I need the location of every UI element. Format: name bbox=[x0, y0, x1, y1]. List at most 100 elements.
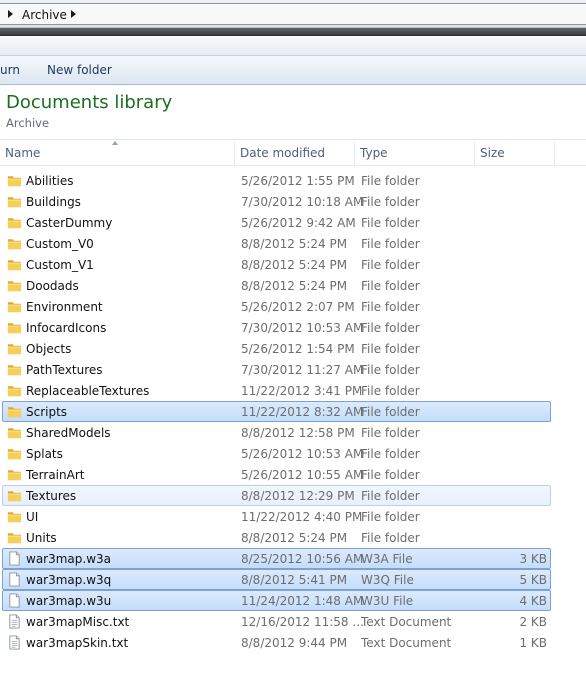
file-type: File folder bbox=[361, 195, 420, 209]
file-row[interactable]: Scripts 11/22/2012 8:32 AM File folder bbox=[2, 401, 551, 422]
file-date-modified: 12/16/2012 11:58 ... bbox=[241, 615, 364, 629]
file-row[interactable]: Doodads 8/8/2012 5:24 PM File folder bbox=[2, 275, 551, 296]
folder-icon bbox=[7, 173, 22, 188]
chevron-right-icon[interactable] bbox=[8, 10, 13, 18]
folder-icon bbox=[7, 383, 22, 398]
file-row[interactable]: war3map.w3a 8/25/2012 10:56 AM W3A File 3 K… bbox=[2, 548, 551, 569]
file-row[interactable]: Custom_V0 8/8/2012 5:24 PM File folder bbox=[2, 233, 551, 254]
command-toolbar: urn New folder bbox=[0, 55, 586, 85]
folder-icon bbox=[7, 278, 22, 293]
file-row[interactable]: war3map.w3u 11/24/2012 1:48 AM W3U File 4 K… bbox=[2, 590, 551, 611]
file-name: Units bbox=[26, 531, 57, 545]
file-name: Objects bbox=[26, 342, 72, 356]
address-bar: Archive bbox=[0, 0, 586, 28]
file-name: Abilities bbox=[26, 174, 74, 188]
file-name: war3map.w3u bbox=[26, 594, 112, 608]
folder-icon bbox=[7, 488, 22, 503]
file-type: Text Document bbox=[361, 636, 452, 650]
file-row[interactable]: UI 11/22/2012 4:40 PM File folder bbox=[2, 506, 551, 527]
file-row[interactable]: war3mapSkin.txt 8/8/2012 9:44 PM Text Docu… bbox=[2, 632, 551, 653]
file-row[interactable]: Custom_V1 8/8/2012 5:24 PM File folder bbox=[2, 254, 551, 275]
file-date-modified: 7/30/2012 11:27 AM bbox=[241, 363, 364, 377]
column-header-row: Name Date modified Type Size bbox=[0, 141, 586, 166]
column-header-date[interactable]: Date modified bbox=[235, 141, 355, 166]
file-name: war3mapMisc.txt bbox=[26, 615, 130, 629]
file-icon bbox=[7, 593, 22, 608]
file-row[interactable]: PathTextures 7/30/2012 11:27 AM File folde… bbox=[2, 359, 551, 380]
file-date-modified: 8/8/2012 5:24 PM bbox=[241, 258, 348, 272]
file-size: 3 KB bbox=[519, 552, 547, 566]
window-frame-band bbox=[0, 37, 586, 55]
file-date-modified: 8/8/2012 5:24 PM bbox=[241, 237, 348, 251]
file-row[interactable]: war3map.w3q 8/8/2012 5:41 PM W3Q File 5 KB bbox=[2, 569, 551, 590]
column-header-size[interactable]: Size bbox=[475, 141, 555, 166]
file-name: Splats bbox=[26, 447, 63, 461]
burn-button[interactable]: urn bbox=[0, 63, 20, 77]
file-name: Textures bbox=[26, 489, 77, 503]
file-date-modified: 7/30/2012 10:53 AM bbox=[241, 321, 364, 335]
folder-icon bbox=[7, 362, 22, 377]
column-header-size-label: Size bbox=[480, 146, 505, 160]
library-header: Documents library Archive bbox=[0, 86, 586, 140]
file-row[interactable]: CasterDummy 5/26/2012 9:42 AM File folder bbox=[2, 212, 551, 233]
file-row[interactable]: Abilities 5/26/2012 1:55 PM File folder bbox=[2, 170, 551, 191]
file-name: Custom_V0 bbox=[26, 237, 94, 251]
folder-icon bbox=[7, 425, 22, 440]
file-name: InfocardIcons bbox=[26, 321, 107, 335]
file-type: File folder bbox=[361, 384, 420, 398]
file-row[interactable]: ReplaceableTextures 11/22/2012 3:41 PM Fil… bbox=[2, 380, 551, 401]
file-row[interactable]: Environment 5/26/2012 2:07 PM File folder bbox=[2, 296, 551, 317]
file-name: war3map.w3q bbox=[26, 573, 112, 587]
library-subtitle[interactable]: Archive bbox=[6, 116, 49, 130]
file-date-modified: 8/8/2012 5:41 PM bbox=[241, 573, 348, 587]
file-row[interactable]: Textures 8/8/2012 12:29 PM File folder bbox=[2, 485, 551, 506]
breadcrumb-archive[interactable]: Archive bbox=[22, 8, 67, 22]
library-title: Documents library bbox=[6, 92, 173, 113]
folder-icon bbox=[7, 257, 22, 272]
file-date-modified: 7/30/2012 10:18 AM bbox=[241, 195, 364, 209]
file-row[interactable]: InfocardIcons 7/30/2012 10:53 AM File fold… bbox=[2, 317, 551, 338]
file-name: TerrainArt bbox=[26, 468, 85, 482]
file-type: File folder bbox=[361, 405, 420, 419]
folder-icon bbox=[7, 236, 22, 251]
file-size: 2 KB bbox=[519, 615, 547, 629]
chevron-right-icon[interactable] bbox=[71, 10, 76, 18]
file-type: File folder bbox=[361, 510, 420, 524]
file-type: File folder bbox=[361, 531, 420, 545]
file-row[interactable]: TerrainArt 5/26/2012 10:55 AM File folder bbox=[2, 464, 551, 485]
file-name: UI bbox=[26, 510, 39, 524]
file-row[interactable]: Objects 5/26/2012 1:54 PM File folder bbox=[2, 338, 551, 359]
file-row[interactable]: Buildings 7/30/2012 10:18 AM File folder bbox=[2, 191, 551, 212]
file-date-modified: 11/22/2012 3:41 PM bbox=[241, 384, 363, 398]
window-frame-strip bbox=[0, 28, 586, 36]
file-date-modified: 8/8/2012 12:58 PM bbox=[241, 426, 355, 440]
file-date-modified: 5/26/2012 9:42 AM bbox=[241, 216, 356, 230]
folder-icon bbox=[7, 341, 22, 356]
file-row[interactable]: Units 8/8/2012 5:24 PM File folder bbox=[2, 527, 551, 548]
file-type: File folder bbox=[361, 468, 420, 482]
file-name: Scripts bbox=[26, 405, 68, 419]
file-icon bbox=[7, 572, 22, 587]
file-date-modified: 11/22/2012 8:32 AM bbox=[241, 405, 364, 419]
file-row[interactable]: Splats 5/26/2012 10:53 AM File folder bbox=[2, 443, 551, 464]
text-file-icon bbox=[7, 614, 22, 629]
column-header-name[interactable]: Name bbox=[0, 141, 235, 166]
file-size: 4 KB bbox=[519, 594, 547, 608]
file-name: Doodads bbox=[26, 279, 79, 293]
folder-icon bbox=[7, 404, 22, 419]
file-row[interactable]: war3mapMisc.txt 12/16/2012 11:58 ... Text … bbox=[2, 611, 551, 632]
new-folder-button[interactable]: New folder bbox=[47, 63, 112, 77]
file-type: W3A File bbox=[361, 552, 413, 566]
file-name: war3mapSkin.txt bbox=[26, 636, 129, 650]
file-date-modified: 5/26/2012 10:55 AM bbox=[241, 468, 364, 482]
column-header-type[interactable]: Type bbox=[355, 141, 475, 166]
file-type: File folder bbox=[361, 258, 420, 272]
address-box[interactable]: Archive bbox=[0, 3, 586, 25]
file-name: ReplaceableTextures bbox=[26, 384, 150, 398]
file-name: Custom_V1 bbox=[26, 258, 94, 272]
file-date-modified: 5/26/2012 1:54 PM bbox=[241, 342, 355, 356]
file-size: 5 KB bbox=[519, 573, 547, 587]
file-type: File folder bbox=[361, 279, 420, 293]
file-row[interactable]: SharedModels 8/8/2012 12:58 PM File folder bbox=[2, 422, 551, 443]
sort-ascending-icon bbox=[112, 141, 118, 145]
